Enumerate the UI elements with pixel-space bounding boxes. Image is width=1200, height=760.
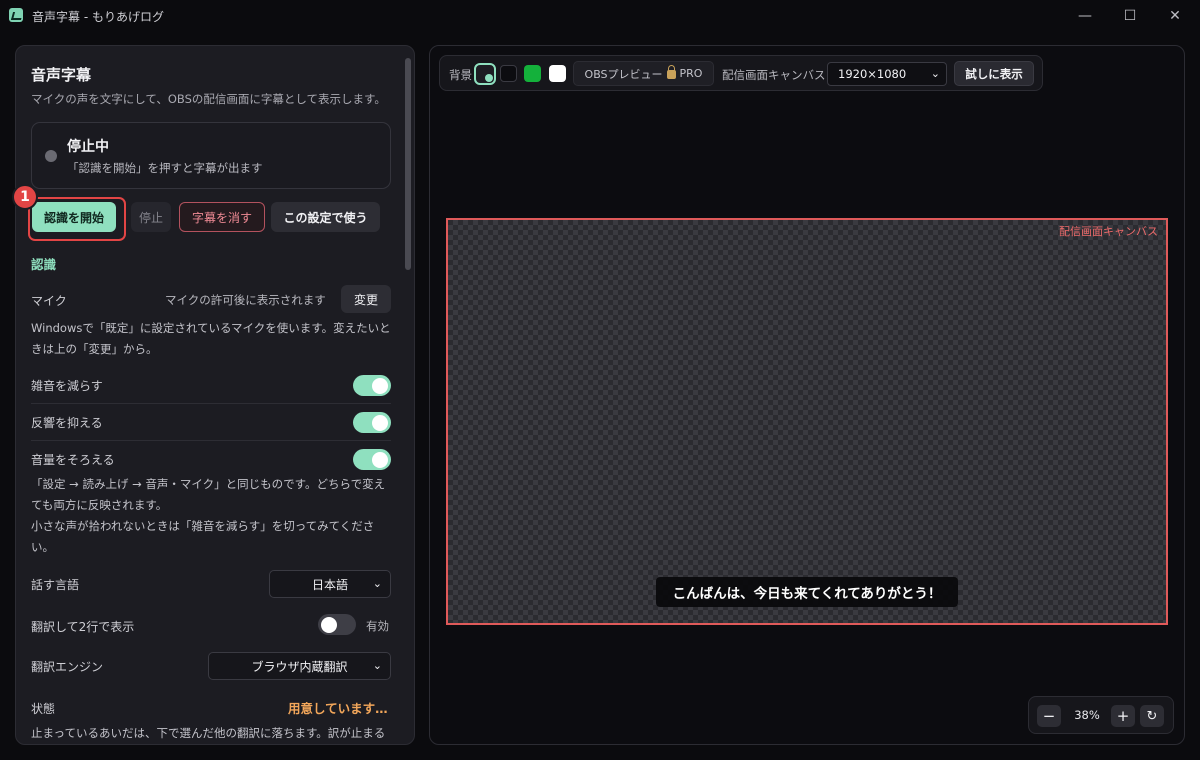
- pro-label: PRO: [679, 67, 703, 80]
- bg-white-swatch[interactable]: [549, 65, 566, 82]
- obs-preview-label: OBSプレビュー: [584, 67, 663, 81]
- toggle-knob: [372, 451, 388, 468]
- canvas-label: 配信画面キャンバス: [1059, 225, 1158, 238]
- subtitle-preview: こんばんは、今日も来てくれてありがとう！: [656, 577, 958, 607]
- mic-change-button[interactable]: 変更: [341, 285, 391, 313]
- toggle-knob: [372, 377, 388, 394]
- language-label: 話す言語: [31, 578, 80, 592]
- engine-select-value: ブラウザ内蔵翻訳: [251, 659, 348, 674]
- divider: [31, 403, 391, 404]
- echo-cancel-toggle[interactable]: [353, 412, 391, 433]
- auto-gain-label: 音量をそろえる: [31, 453, 115, 467]
- preview-panel: 背景 OBSプレビュー PRO 配信画面キャンバス 1920×1080 ⌄ 試し…: [429, 45, 1185, 745]
- minimize-button[interactable]: —: [1062, 0, 1108, 32]
- noise-reduction-label: 雑音を減らす: [31, 379, 103, 393]
- translate-label: 翻訳して2行で表示: [31, 620, 135, 634]
- window-title: 音声字幕 - もりあげログ: [32, 10, 164, 24]
- volume-note-line: 小さな声が拾われないときは「雑音を減らす」を切ってみてくださ: [31, 519, 375, 533]
- state-note: 止まっているあいだは、下で選んだ他の翻訳に落ちます。訳が止まる: [31, 723, 393, 744]
- translate-state: 有効: [366, 619, 389, 633]
- bg-dark-swatch[interactable]: [500, 65, 517, 82]
- section-heading-recognition: 認識: [31, 257, 57, 272]
- maximize-button[interactable]: ☐: [1107, 0, 1153, 32]
- step-badge: 1: [12, 184, 38, 210]
- status-title: 停止中: [67, 139, 109, 155]
- language-select-value: 日本語: [311, 577, 348, 592]
- bg-green-swatch[interactable]: [524, 65, 541, 82]
- state-value: 用意しています…: [288, 701, 388, 716]
- use-settings-button[interactable]: この設定で使う: [271, 202, 380, 232]
- zoom-out-button[interactable]: −: [1037, 705, 1061, 727]
- close-button[interactable]: ✕: [1152, 0, 1198, 32]
- stream-canvas: 配信画面キャンバス こんばんは、今日も来てくれてありがとう！: [446, 218, 1168, 625]
- mic-label: マイク: [31, 294, 67, 308]
- resolution-select[interactable]: 1920×1080 ⌄: [827, 62, 947, 86]
- background-label: 背景: [449, 68, 472, 82]
- volume-note: 「設定 → 読み上げ → 音声・マイク」と同じものです。どちらで変え ても両方に…: [31, 474, 393, 558]
- mic-note-line: きは上の「変更」から。: [31, 342, 158, 356]
- app-icon: [9, 8, 23, 22]
- reset-zoom-icon[interactable]: ↻: [1140, 705, 1164, 727]
- translate-toggle[interactable]: [318, 614, 356, 635]
- volume-note-line: 「設定 → 読み上げ → 音声・マイク」と同じものです。どちらで変え: [31, 477, 386, 491]
- start-recognition-button[interactable]: 認識を開始: [32, 202, 116, 232]
- trial-display-button[interactable]: 試しに表示: [954, 61, 1034, 86]
- chevron-down-icon: ⌄: [372, 577, 382, 590]
- language-select[interactable]: 日本語 ⌄: [269, 570, 391, 598]
- title-bar: 音声字幕 - もりあげログ — ☐ ✕: [0, 0, 1200, 32]
- zoom-controls: − 38% + ↻: [1028, 696, 1174, 734]
- chevron-down-icon: ⌄: [930, 67, 940, 80]
- settings-panel: 音声字幕 マイクの声を文字にして、OBSの配信画面に字幕として表示します。 停止…: [15, 45, 415, 745]
- stop-button[interactable]: 停止: [131, 202, 171, 232]
- scrollbar[interactable]: [405, 58, 411, 270]
- volume-note-line: い。: [31, 540, 54, 554]
- echo-cancel-label: 反響を抑える: [31, 416, 103, 430]
- state-note-line: 止まっているあいだは、下で選んだ他の翻訳に落ちます。訳が止まる: [31, 726, 386, 740]
- panel-title: 音声字幕: [31, 66, 92, 84]
- state-label: 状態: [31, 702, 56, 716]
- engine-select[interactable]: ブラウザ内蔵翻訳 ⌄: [208, 652, 391, 680]
- lock-icon: [666, 65, 676, 79]
- panel-subtitle: マイクの声を文字にして、OBSの配信画面に字幕として表示します。: [31, 92, 386, 106]
- chevron-down-icon: ⌄: [372, 659, 382, 672]
- mic-hint: マイクの許可後に表示されます: [165, 293, 326, 307]
- bg-transparent-swatch[interactable]: [474, 63, 496, 85]
- zoom-in-button[interactable]: +: [1111, 705, 1135, 727]
- divider: [31, 440, 391, 441]
- volume-note-line: ても両方に反映されます。: [31, 498, 168, 512]
- status-indicator: [45, 150, 57, 162]
- auto-gain-toggle[interactable]: [353, 449, 391, 470]
- resolution-value: 1920×1080: [838, 67, 907, 81]
- engine-label: 翻訳エンジン: [31, 660, 104, 674]
- mic-note-line: Windowsで「既定」に設定されているマイクを使います。変えたいと: [31, 321, 391, 335]
- clear-subtitles-button[interactable]: 字幕を消す: [179, 202, 265, 232]
- noise-reduction-toggle[interactable]: [353, 375, 391, 396]
- obs-preview-button[interactable]: OBSプレビュー PRO: [573, 61, 714, 86]
- toggle-knob: [372, 414, 388, 431]
- zoom-level: 38%: [1074, 708, 1100, 722]
- status-description: 「認識を開始」を押すと字幕が出ます: [67, 161, 263, 175]
- mic-note: Windowsで「既定」に設定されているマイクを使います。変えたいと きは上の「…: [31, 318, 393, 360]
- status-card: 停止中 「認識を開始」を押すと字幕が出ます: [31, 122, 391, 189]
- preview-toolbar: 背景 OBSプレビュー PRO 配信画面キャンバス 1920×1080 ⌄ 試し…: [439, 55, 1043, 91]
- toggle-knob: [321, 616, 337, 633]
- canvas-size-label: 配信画面キャンバス: [722, 68, 826, 82]
